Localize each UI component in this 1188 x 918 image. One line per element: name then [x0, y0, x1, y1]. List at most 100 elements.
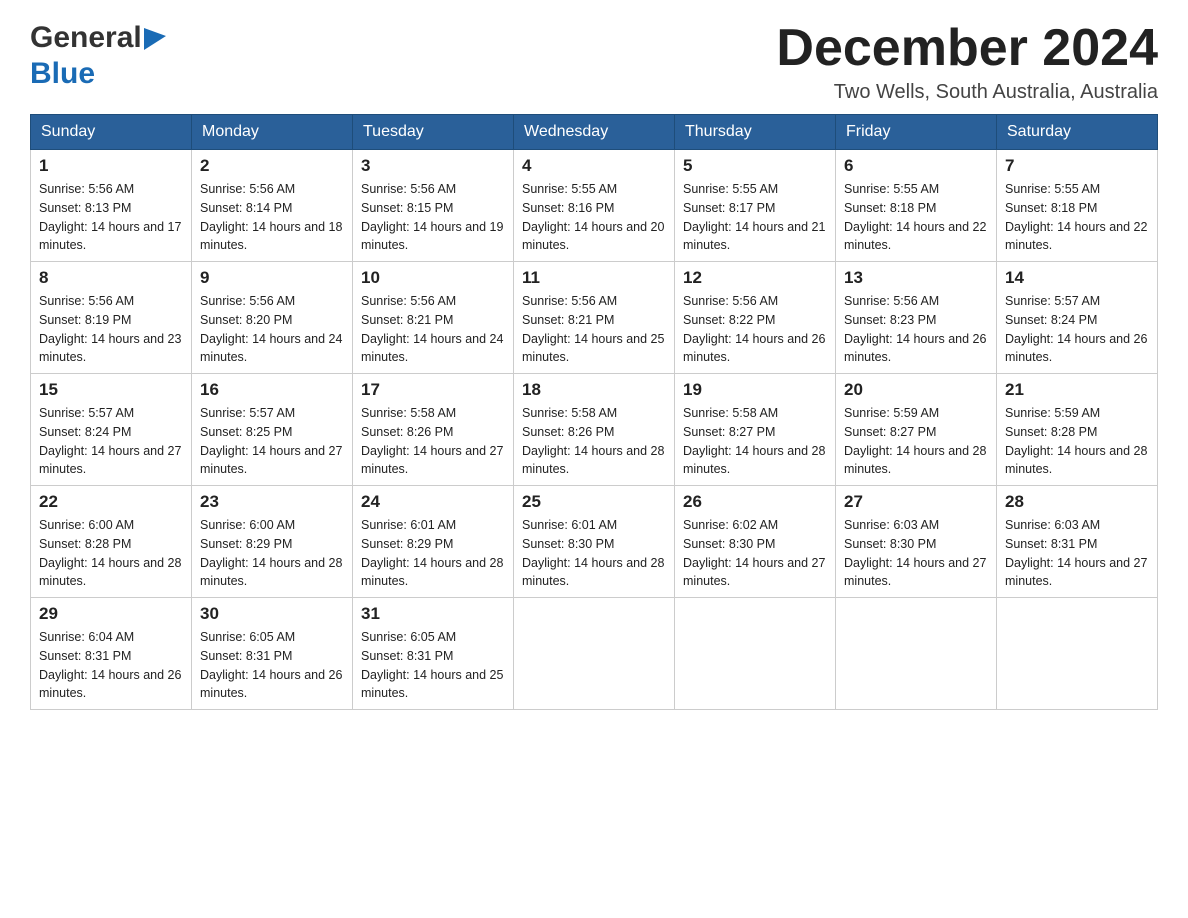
day-number: 14: [1005, 268, 1149, 288]
sunrise-label: Sunrise: 6:02 AM: [683, 518, 778, 532]
day-info: Sunrise: 6:03 AM Sunset: 8:31 PM Dayligh…: [1005, 516, 1149, 591]
sunset-label: Sunset: 8:20 PM: [200, 313, 292, 327]
calendar-week-row: 8 Sunrise: 5:56 AM Sunset: 8:19 PM Dayli…: [31, 262, 1158, 374]
day-number: 6: [844, 156, 988, 176]
day-number: 22: [39, 492, 183, 512]
day-info: Sunrise: 5:59 AM Sunset: 8:28 PM Dayligh…: [1005, 404, 1149, 479]
sunset-label: Sunset: 8:31 PM: [39, 649, 131, 663]
day-number: 8: [39, 268, 183, 288]
sunrise-label: Sunrise: 5:55 AM: [844, 182, 939, 196]
sunset-label: Sunset: 8:31 PM: [1005, 537, 1097, 551]
day-number: 15: [39, 380, 183, 400]
daylight-label: Daylight: 14 hours and 20 minutes.: [522, 220, 664, 253]
sunset-label: Sunset: 8:26 PM: [361, 425, 453, 439]
table-row: 23 Sunrise: 6:00 AM Sunset: 8:29 PM Dayl…: [192, 486, 353, 598]
table-row: [514, 598, 675, 710]
day-number: 30: [200, 604, 344, 624]
logo-line1: General: [30, 20, 166, 56]
day-number: 17: [361, 380, 505, 400]
sunrise-label: Sunrise: 6:00 AM: [200, 518, 295, 532]
daylight-label: Daylight: 14 hours and 27 minutes.: [683, 556, 825, 589]
sunset-label: Sunset: 8:27 PM: [844, 425, 936, 439]
sunset-label: Sunset: 8:14 PM: [200, 201, 292, 215]
day-info: Sunrise: 5:56 AM Sunset: 8:21 PM Dayligh…: [361, 292, 505, 367]
table-row: 18 Sunrise: 5:58 AM Sunset: 8:26 PM Dayl…: [514, 374, 675, 486]
day-info: Sunrise: 5:56 AM Sunset: 8:14 PM Dayligh…: [200, 180, 344, 255]
day-info: Sunrise: 5:56 AM Sunset: 8:13 PM Dayligh…: [39, 180, 183, 255]
sunset-label: Sunset: 8:24 PM: [1005, 313, 1097, 327]
table-row: 15 Sunrise: 5:57 AM Sunset: 8:24 PM Dayl…: [31, 374, 192, 486]
calendar-table: Sunday Monday Tuesday Wednesday Thursday…: [30, 114, 1158, 710]
sunset-label: Sunset: 8:23 PM: [844, 313, 936, 327]
header-tuesday: Tuesday: [353, 115, 514, 150]
day-info: Sunrise: 5:55 AM Sunset: 8:18 PM Dayligh…: [1005, 180, 1149, 255]
table-row: 7 Sunrise: 5:55 AM Sunset: 8:18 PM Dayli…: [997, 150, 1158, 262]
table-row: 4 Sunrise: 5:55 AM Sunset: 8:16 PM Dayli…: [514, 150, 675, 262]
table-row: 26 Sunrise: 6:02 AM Sunset: 8:30 PM Dayl…: [675, 486, 836, 598]
sunrise-label: Sunrise: 6:03 AM: [1005, 518, 1100, 532]
sunset-label: Sunset: 8:21 PM: [361, 313, 453, 327]
day-info: Sunrise: 5:55 AM Sunset: 8:16 PM Dayligh…: [522, 180, 666, 255]
calendar-week-row: 1 Sunrise: 5:56 AM Sunset: 8:13 PM Dayli…: [31, 150, 1158, 262]
daylight-label: Daylight: 14 hours and 25 minutes.: [361, 668, 503, 701]
sunset-label: Sunset: 8:29 PM: [200, 537, 292, 551]
sunset-label: Sunset: 8:30 PM: [844, 537, 936, 551]
table-row: 28 Sunrise: 6:03 AM Sunset: 8:31 PM Dayl…: [997, 486, 1158, 598]
daylight-label: Daylight: 14 hours and 28 minutes.: [522, 556, 664, 589]
sunrise-label: Sunrise: 5:56 AM: [522, 294, 617, 308]
day-number: 27: [844, 492, 988, 512]
day-number: 10: [361, 268, 505, 288]
table-row: 2 Sunrise: 5:56 AM Sunset: 8:14 PM Dayli…: [192, 150, 353, 262]
day-info: Sunrise: 5:56 AM Sunset: 8:23 PM Dayligh…: [844, 292, 988, 367]
header-thursday: Thursday: [675, 115, 836, 150]
sunrise-label: Sunrise: 5:56 AM: [39, 182, 134, 196]
table-row: 29 Sunrise: 6:04 AM Sunset: 8:31 PM Dayl…: [31, 598, 192, 710]
table-row: 9 Sunrise: 5:56 AM Sunset: 8:20 PM Dayli…: [192, 262, 353, 374]
table-row: 19 Sunrise: 5:58 AM Sunset: 8:27 PM Dayl…: [675, 374, 836, 486]
sunrise-label: Sunrise: 5:58 AM: [361, 406, 456, 420]
day-info: Sunrise: 5:59 AM Sunset: 8:27 PM Dayligh…: [844, 404, 988, 479]
sunset-label: Sunset: 8:30 PM: [522, 537, 614, 551]
daylight-label: Daylight: 14 hours and 28 minutes.: [200, 556, 342, 589]
day-info: Sunrise: 5:56 AM Sunset: 8:20 PM Dayligh…: [200, 292, 344, 367]
sunrise-label: Sunrise: 5:56 AM: [200, 182, 295, 196]
daylight-label: Daylight: 14 hours and 26 minutes.: [200, 668, 342, 701]
calendar-header-row: Sunday Monday Tuesday Wednesday Thursday…: [31, 115, 1158, 150]
day-number: 24: [361, 492, 505, 512]
sunrise-label: Sunrise: 5:59 AM: [1005, 406, 1100, 420]
daylight-label: Daylight: 14 hours and 27 minutes.: [1005, 556, 1147, 589]
daylight-label: Daylight: 14 hours and 19 minutes.: [361, 220, 503, 253]
day-info: Sunrise: 6:05 AM Sunset: 8:31 PM Dayligh…: [361, 628, 505, 703]
sunrise-label: Sunrise: 5:55 AM: [683, 182, 778, 196]
daylight-label: Daylight: 14 hours and 23 minutes.: [39, 332, 181, 365]
title-block: December 2024 Two Wells, South Australia…: [776, 20, 1158, 104]
daylight-label: Daylight: 14 hours and 28 minutes.: [39, 556, 181, 589]
day-info: Sunrise: 6:00 AM Sunset: 8:29 PM Dayligh…: [200, 516, 344, 591]
sunset-label: Sunset: 8:28 PM: [39, 537, 131, 551]
day-info: Sunrise: 6:05 AM Sunset: 8:31 PM Dayligh…: [200, 628, 344, 703]
daylight-label: Daylight: 14 hours and 17 minutes.: [39, 220, 181, 253]
daylight-label: Daylight: 14 hours and 22 minutes.: [1005, 220, 1147, 253]
day-number: 13: [844, 268, 988, 288]
table-row: 21 Sunrise: 5:59 AM Sunset: 8:28 PM Dayl…: [997, 374, 1158, 486]
table-row: [836, 598, 997, 710]
sunrise-label: Sunrise: 6:01 AM: [522, 518, 617, 532]
sunrise-label: Sunrise: 5:56 AM: [683, 294, 778, 308]
day-info: Sunrise: 5:58 AM Sunset: 8:27 PM Dayligh…: [683, 404, 827, 479]
daylight-label: Daylight: 14 hours and 28 minutes.: [522, 444, 664, 477]
day-number: 31: [361, 604, 505, 624]
sunrise-label: Sunrise: 5:55 AM: [522, 182, 617, 196]
day-info: Sunrise: 5:56 AM Sunset: 8:21 PM Dayligh…: [522, 292, 666, 367]
header-friday: Friday: [836, 115, 997, 150]
sunrise-label: Sunrise: 5:56 AM: [844, 294, 939, 308]
sunrise-label: Sunrise: 6:05 AM: [200, 630, 295, 644]
table-row: 13 Sunrise: 5:56 AM Sunset: 8:23 PM Dayl…: [836, 262, 997, 374]
day-info: Sunrise: 6:01 AM Sunset: 8:30 PM Dayligh…: [522, 516, 666, 591]
logo: General Blue: [30, 20, 166, 92]
table-row: 24 Sunrise: 6:01 AM Sunset: 8:29 PM Dayl…: [353, 486, 514, 598]
day-info: Sunrise: 6:04 AM Sunset: 8:31 PM Dayligh…: [39, 628, 183, 703]
sunrise-label: Sunrise: 5:56 AM: [39, 294, 134, 308]
header-wednesday: Wednesday: [514, 115, 675, 150]
sunset-label: Sunset: 8:19 PM: [39, 313, 131, 327]
table-row: 27 Sunrise: 6:03 AM Sunset: 8:30 PM Dayl…: [836, 486, 997, 598]
